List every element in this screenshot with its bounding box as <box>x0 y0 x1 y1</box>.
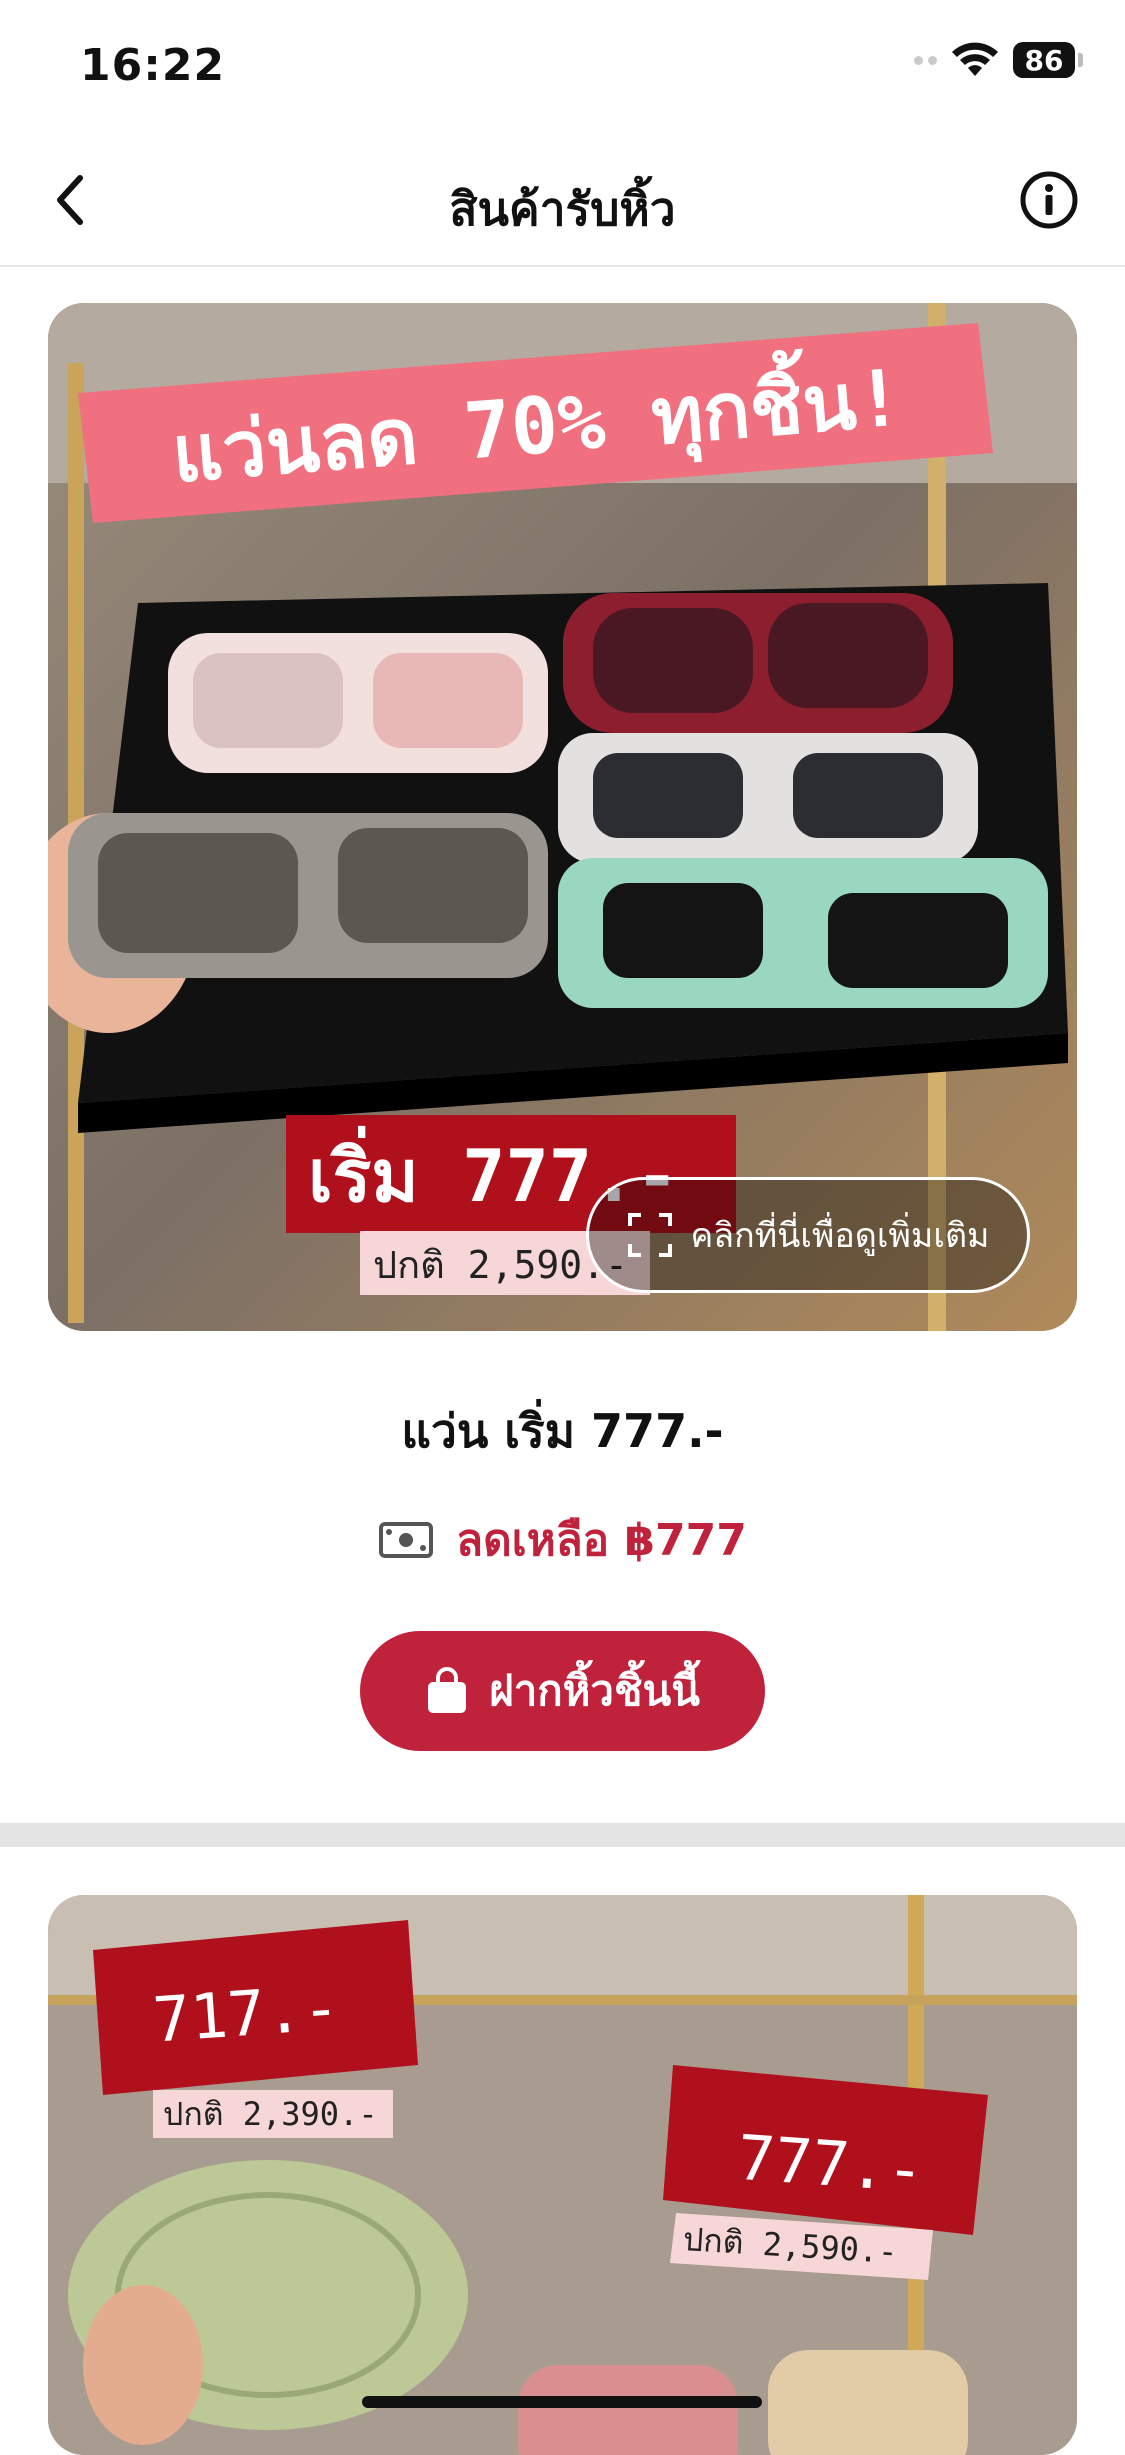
reserve-item-label: ฝากหิ้วชิ้นนี้ <box>489 1666 700 1715</box>
battery-icon: 86 <box>1013 42 1083 78</box>
info-icon[interactable] <box>1019 170 1079 230</box>
original-price-tag-1-text: ปกติ 2,390.- <box>163 2095 378 2133</box>
expand-icon <box>627 1213 672 1257</box>
section-divider <box>0 1823 1125 1847</box>
reserve-item-button[interactable]: ฝากหิ้วชิ้นนี้ <box>360 1631 765 1751</box>
view-more-button[interactable]: คลิกที่นี่เพื่อดูเพิ่มเติม <box>586 1177 1030 1293</box>
price-tag-2-text: 777.- <box>735 2121 926 2207</box>
battery-level: 86 <box>1013 42 1075 78</box>
status-time: 16:22 <box>80 40 226 91</box>
navigation-bar: สินค้ารับหิ้ว <box>0 135 1125 267</box>
discount-price: ลดเหลือ ฿777 <box>456 1515 747 1566</box>
product-image[interactable]: 717.- ปกติ 2,390.- 777.- ปกติ 2,590.- <box>48 1895 1077 2455</box>
home-indicator <box>362 2396 762 2408</box>
status-icons: 86 <box>914 42 1083 78</box>
status-bar: 16:22 86 <box>0 0 1125 135</box>
product-title: แว่น เริ่ม 777.- <box>401 1404 724 1458</box>
wifi-icon <box>952 42 998 76</box>
view-more-label: คลิกที่นี่เพื่อดูเพิ่มเติม <box>690 1216 990 1256</box>
shopping-bag-icon <box>428 1667 467 1713</box>
money-icon <box>379 1522 434 1558</box>
price-row: ลดเหลือ ฿777 <box>0 1505 1125 1575</box>
price-tag-1-text: 717.- <box>151 1971 342 2057</box>
bags-photo: 717.- ปกติ 2,390.- 777.- ปกติ 2,590.- <box>48 1895 1077 2455</box>
page-title: สินค้ารับหิ้ว <box>449 182 676 236</box>
cellular-signal-icon <box>914 55 937 65</box>
